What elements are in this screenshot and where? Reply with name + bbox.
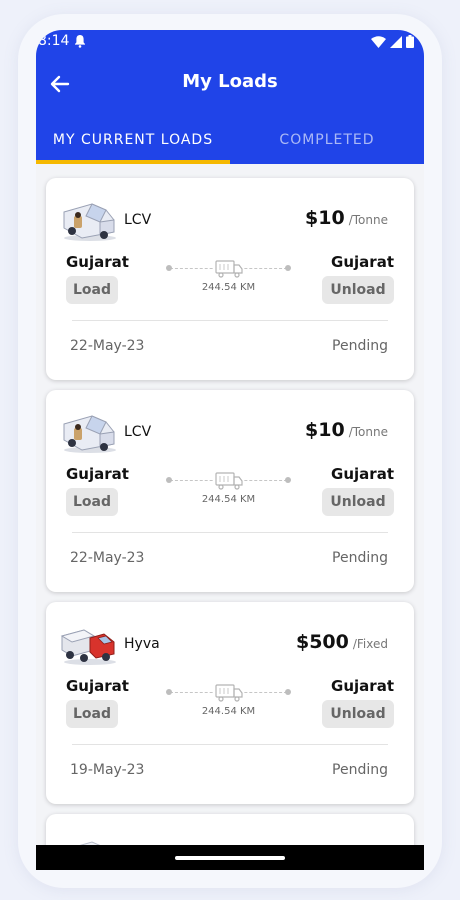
route-indicator: 244.54 KM bbox=[166, 258, 291, 298]
tipper-truck-icon bbox=[60, 629, 116, 665]
load-date: 22-May-23 bbox=[70, 338, 145, 354]
destination-city: Gujarat bbox=[331, 253, 394, 271]
mini-van-icon bbox=[63, 415, 116, 453]
system-nav-bar bbox=[36, 845, 424, 870]
origin-city: Gujarat bbox=[66, 253, 129, 271]
price: $10 /Tonne bbox=[305, 207, 388, 229]
status-time: 8:14 bbox=[38, 33, 70, 49]
page-title: My Loads bbox=[182, 71, 278, 92]
load-chip: Load bbox=[66, 700, 118, 728]
load-card[interactable]: LCV $10 /Tonne Gujarat Gujarat Load Unlo… bbox=[46, 178, 414, 380]
load-status: Pending bbox=[332, 338, 388, 354]
tab-label: MY CURRENT LOADS bbox=[52, 132, 214, 148]
vehicle-type: LCV bbox=[124, 424, 152, 440]
unload-chip: Unload bbox=[322, 276, 394, 304]
unload-chip: Unload bbox=[322, 488, 394, 516]
tab-bar: MY CURRENT LOADS COMPLETED bbox=[36, 126, 424, 164]
route-indicator: 244.54 KM bbox=[166, 682, 291, 722]
load-chip: Load bbox=[66, 276, 118, 304]
destination-city: Gujarat bbox=[331, 677, 394, 695]
route-end-dot bbox=[285, 689, 291, 695]
price: $500 /Fixed bbox=[296, 631, 388, 653]
tab-active-indicator bbox=[36, 160, 230, 164]
mini-van-icon bbox=[63, 203, 116, 241]
load-card[interactable]: LCV $10 /Tonne Gujarat Gujarat Load Unlo… bbox=[46, 390, 414, 592]
load-chip: Load bbox=[66, 488, 118, 516]
price-amount: $500 bbox=[295, 631, 349, 653]
divider bbox=[72, 744, 388, 745]
notification-bell-icon bbox=[75, 35, 85, 48]
signal-icon bbox=[390, 35, 402, 48]
route-start-dot bbox=[166, 477, 172, 483]
route-truck-icon bbox=[214, 471, 244, 490]
load-date: 22-May-23 bbox=[70, 550, 145, 566]
divider bbox=[72, 320, 388, 321]
distance: 244.54 KM bbox=[201, 706, 256, 717]
tab-my-current-loads[interactable]: MY CURRENT LOADS bbox=[36, 126, 230, 164]
unload-chip: Unload bbox=[322, 700, 394, 728]
route-truck-icon bbox=[214, 259, 244, 278]
divider bbox=[72, 532, 388, 533]
route-start-dot bbox=[166, 689, 172, 695]
status-bar: 8:14 bbox=[36, 30, 424, 54]
route-end-dot bbox=[285, 265, 291, 271]
route-start-dot bbox=[166, 265, 172, 271]
loads-list: LCV $10 /Tonne Gujarat Gujarat Load Unlo… bbox=[46, 178, 414, 870]
distance: 244.54 KM bbox=[201, 494, 256, 505]
wifi-icon bbox=[371, 35, 386, 48]
price: $10 /Tonne bbox=[305, 419, 388, 441]
price-amount: $10 bbox=[305, 207, 345, 229]
vehicle-type: LCV bbox=[124, 212, 152, 228]
vehicle-type: Hyva bbox=[124, 636, 160, 652]
home-indicator[interactable] bbox=[175, 856, 285, 860]
origin-city: Gujarat bbox=[66, 465, 129, 483]
distance: 244.54 KM bbox=[201, 282, 256, 293]
price-amount: $10 bbox=[305, 419, 345, 441]
app-bar: 8:14 My Loads MY CURRENT LOADS COMPLETED bbox=[36, 30, 424, 164]
route-end-dot bbox=[285, 477, 291, 483]
route-indicator: 244.54 KM bbox=[166, 470, 291, 510]
load-card[interactable]: Hyva $500 /Fixed Gujarat Gujarat Load Un… bbox=[46, 602, 414, 804]
load-date: 19-May-23 bbox=[70, 762, 145, 778]
battery-icon bbox=[406, 35, 414, 48]
destination-city: Gujarat bbox=[331, 465, 394, 483]
price-unit: /Fixed bbox=[352, 637, 388, 651]
load-status: Pending bbox=[332, 550, 388, 566]
app-screen: 8:14 My Loads MY CURRENT LOADS COMPLETED bbox=[36, 30, 424, 870]
tab-label: COMPLETED bbox=[279, 132, 375, 148]
price-unit: /Tonne bbox=[348, 425, 388, 439]
status-icons bbox=[371, 35, 414, 48]
load-status: Pending bbox=[332, 762, 388, 778]
price-unit: /Tonne bbox=[348, 213, 388, 227]
tab-completed[interactable]: COMPLETED bbox=[230, 126, 424, 164]
route-truck-icon bbox=[214, 683, 244, 702]
origin-city: Gujarat bbox=[66, 677, 129, 695]
